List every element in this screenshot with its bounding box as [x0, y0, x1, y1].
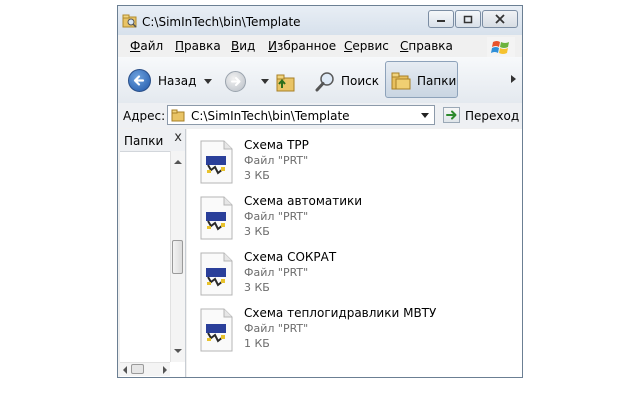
forward-dropdown-arrow[interactable] — [261, 79, 269, 84]
file-type: Файл "PRT" — [244, 210, 309, 223]
folders-pane-header: Папки x — [120, 129, 185, 152]
file-item[interactable]: Схема СОКРАТ Файл "PRT" 3 КБ — [197, 249, 517, 301]
file-type: Файл "PRT" — [244, 266, 309, 279]
caption-buttons — [427, 10, 518, 28]
prt-file-icon — [200, 252, 233, 296]
address-dropdown-arrow[interactable] — [421, 113, 429, 118]
search-icon[interactable] — [315, 71, 337, 93]
go-arrow-icon — [446, 110, 457, 120]
window-title: C:\SimInTech\bin\Template — [142, 15, 301, 29]
file-size: 1 КБ — [244, 337, 270, 350]
folder-search-icon — [122, 14, 137, 28]
address-bar: Адрес: C:\SimInTech\bin\Template Переход — [118, 103, 522, 128]
back-arrow-icon — [133, 75, 145, 86]
file-item[interactable]: Схема TPP Файл "PRT" 3 КБ — [197, 137, 517, 189]
file-size: 3 КБ — [244, 281, 270, 294]
file-type: Файл "PRT" — [244, 322, 309, 335]
folders-pane-title: Папки — [124, 134, 164, 148]
close-icon — [495, 14, 505, 24]
scroll-right-arrow[interactable] — [163, 366, 167, 374]
menu-view[interactable]: Вид — [231, 39, 255, 53]
folders-vertical-scrollbar[interactable] — [170, 151, 185, 362]
maximize-button[interactable] — [455, 10, 481, 28]
file-list: Схема TPP Файл "PRT" 3 КБ Схема автомати… — [187, 129, 522, 377]
menu-tools[interactable]: Сервис — [344, 39, 389, 53]
toolbar-overflow-arrow[interactable] — [511, 75, 516, 83]
address-value: C:\SimInTech\bin\Template — [191, 109, 350, 123]
toolbar: Назад Поиск Папки — [118, 57, 522, 104]
file-name: Схема TPP — [244, 138, 309, 152]
menu-file[interactable]: Файл — [130, 39, 163, 53]
scroll-down-arrow[interactable] — [174, 349, 182, 353]
explorer-window: C:\SimInTech\bin\Template Файл Правка Ви… — [117, 5, 523, 378]
horizontal-scroll-thumb[interactable] — [131, 364, 144, 374]
back-label[interactable]: Назад — [158, 74, 196, 88]
menu-edit[interactable]: Правка — [175, 39, 221, 53]
folders-pane: Папки x — [120, 129, 186, 377]
file-type: Файл "PRT" — [244, 154, 309, 167]
folders-button[interactable]: Папки — [385, 61, 458, 98]
scroll-left-arrow[interactable] — [123, 366, 127, 374]
menu-favorites[interactable]: Избранное — [268, 39, 336, 53]
file-size: 3 КБ — [244, 225, 270, 238]
file-item[interactable]: Схема автоматики Файл "PRT" 3 КБ — [197, 193, 517, 245]
file-name: Схема теплогидравлики МВТУ — [244, 306, 437, 320]
title-bar[interactable]: C:\SimInTech\bin\Template — [118, 6, 522, 35]
folder-icon — [171, 109, 185, 122]
go-label[interactable]: Переход — [465, 109, 519, 123]
minimize-icon — [437, 20, 445, 22]
folders-label: Папки — [417, 74, 457, 88]
prt-file-icon — [200, 308, 233, 352]
folders-icon — [391, 72, 411, 90]
menu-help[interactable]: Справка — [400, 39, 453, 53]
minimize-button[interactable] — [428, 10, 454, 28]
forward-button[interactable] — [225, 71, 246, 92]
back-dropdown-arrow[interactable] — [204, 79, 212, 84]
up-folder-icon[interactable] — [274, 72, 296, 92]
folders-horizontal-scrollbar[interactable] — [120, 362, 170, 376]
file-size: 3 КБ — [244, 169, 270, 182]
prt-file-icon — [200, 140, 233, 184]
go-button[interactable] — [443, 107, 460, 123]
folders-pane-close-icon[interactable]: x — [174, 130, 182, 145]
prt-file-icon — [200, 196, 233, 240]
close-button[interactable] — [482, 10, 518, 28]
forward-arrow-icon — [231, 77, 241, 86]
back-button[interactable] — [128, 69, 151, 92]
file-name: Схема автоматики — [244, 194, 363, 208]
maximize-icon — [463, 15, 473, 23]
search-label[interactable]: Поиск — [341, 74, 379, 88]
file-name: Схема СОКРАТ — [244, 250, 337, 264]
address-label: Адрес: — [123, 109, 166, 123]
address-input[interactable]: C:\SimInTech\bin\Template — [167, 105, 435, 125]
scroll-up-arrow[interactable] — [174, 160, 182, 164]
vertical-scroll-thumb[interactable] — [172, 240, 183, 274]
windows-logo-icon — [487, 37, 515, 59]
file-item[interactable]: Схема теплогидравлики МВТУ Файл "PRT" 1 … — [197, 305, 517, 357]
menu-bar: Файл Правка Вид Избранное Сервис Справка — [118, 35, 522, 57]
